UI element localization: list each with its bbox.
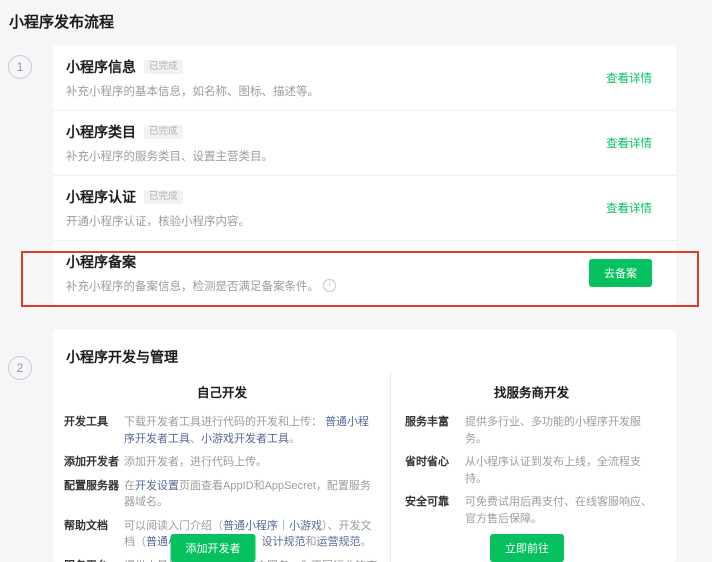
configure-server-row: 配置服务器 在开发设置页面查看AppID和AppSecret，配置服务器域名。 (64, 478, 380, 511)
development-columns: 自己开发 开发工具 下载开发者工具进行代码的开发和上传： 普通小程序开发者工具、… (53, 371, 676, 562)
row-description-text: 补充小程序的备案信息，检测是否满足备案条件。 (66, 281, 319, 293)
secure-reliable-row: 安全可靠 可免费试用后再支付、在线客服响应、官方售后保障。 (405, 494, 658, 527)
row-description: 开通小程序认证，核验小程序内容。 (66, 213, 250, 229)
inline-link[interactable]: 开发设置 (135, 480, 179, 492)
service-rich-row: 服务丰富 提供多行业、多功能的小程序开发服务。 (405, 414, 658, 447)
step-number: 2 (17, 361, 24, 375)
inline-link[interactable]: 小游戏开发者工具 (201, 433, 289, 445)
row-label: 安全可靠 (405, 494, 465, 527)
go-now-button[interactable]: 立即前往 (490, 534, 564, 562)
release-steps-card: 小程序信息 已完成 补充小程序的基本信息，如名称、图标、描述等。 查看详情 小程… (53, 45, 676, 305)
development-management-card: 小程序开发与管理 自己开发 开发工具 下载开发者工具进行代码的开发和上传： 普通… (53, 330, 676, 562)
step-row-info: 小程序信息 已完成 补充小程序的基本信息，如名称、图标、描述等。 查看详情 (53, 45, 676, 110)
row-label: 开发工具 (64, 414, 124, 447)
step-number: 1 (17, 60, 24, 74)
text-segment: 添加开发者，进行代码上传。 (124, 456, 267, 468)
time-saving-row: 省时省心 从小程序认证到发布上线，全流程支持。 (405, 454, 658, 487)
row-text: 在开发设置页面查看AppID和AppSecret，配置服务器域名。 (124, 478, 380, 511)
row-label: 配置服务器 (64, 478, 124, 511)
row-text: 添加开发者，进行代码上传。 (124, 454, 380, 471)
row-title: 小程序备案 (66, 252, 136, 272)
row-text: 可免费试用后再支付、在线客服响应、官方售后保障。 (465, 494, 658, 527)
row-title: 小程序类目 (66, 122, 136, 142)
mini-program-release-page: 小程序发布流程 1 小程序信息 已完成 补充小程序的基本信息，如名称、图标、描述… (0, 0, 712, 562)
row-main: 小程序认证 已完成 开通小程序认证，核验小程序内容。 (66, 187, 250, 229)
inline-link[interactable]: 设计规范 (262, 536, 306, 548)
step-row-verification: 小程序认证 已完成 开通小程序认证，核验小程序内容。 查看详情 (53, 175, 676, 240)
text-segment: 下载开发者工具进行代码的开发和上传： (124, 416, 325, 428)
column-header: 自己开发 (64, 382, 380, 401)
inline-link[interactable]: 普通小程序｜小游戏 (223, 520, 322, 532)
row-label: 服务平台 (64, 558, 124, 562)
text-segment: 可以阅读入门介绍（ (124, 520, 223, 532)
view-details-link[interactable]: 查看详情 (606, 135, 652, 151)
row-main: 小程序备案 补充小程序的备案信息，检测是否满足备案条件。 (66, 252, 336, 294)
step-row-category: 小程序类目 已完成 补充小程序的服务类目、设置主营类目。 查看详情 (53, 110, 676, 175)
step-1-indicator: 1 (8, 55, 32, 79)
status-badge: 已完成 (144, 190, 183, 204)
row-title: 小程序认证 (66, 187, 136, 207)
row-description: 补充小程序的基本信息，如名称、图标、描述等。 (66, 83, 319, 99)
text-segment: 、 (190, 433, 201, 445)
info-icon[interactable] (323, 279, 336, 292)
row-main: 小程序类目 已完成 补充小程序的服务类目、设置主营类目。 (66, 122, 273, 164)
text-segment: 。 (361, 536, 372, 548)
dev-tools-row: 开发工具 下载开发者工具进行代码的开发和上传： 普通小程序开发者工具、小游戏开发… (64, 414, 380, 447)
text-segment: 在 (124, 480, 135, 492)
row-description: 补充小程序的备案信息，检测是否满足备案条件。 (66, 278, 336, 294)
view-details-link[interactable]: 查看详情 (606, 70, 652, 86)
row-label: 省时省心 (405, 454, 465, 487)
section-title: 小程序开发与管理 (53, 330, 676, 367)
row-description: 补充小程序的服务类目、设置主营类目。 (66, 148, 273, 164)
page-title: 小程序发布流程 (9, 11, 114, 32)
step-row-beian: 小程序备案 补充小程序的备案信息，检测是否满足备案条件。 去备案 (53, 240, 676, 305)
status-badge: 已完成 (144, 125, 183, 139)
row-text: 提供多行业、多功能的小程序开发服务。 (465, 414, 658, 447)
step-2-indicator: 2 (8, 356, 32, 380)
view-details-link[interactable]: 查看详情 (606, 200, 652, 216)
text-segment: 。 (289, 433, 300, 445)
row-label: 帮助文档 (64, 518, 124, 551)
add-developer-button[interactable]: 添加开发者 (171, 534, 256, 562)
text-segment: 和 (306, 536, 317, 548)
column-header: 找服务商开发 (405, 382, 658, 401)
inline-link[interactable]: 运营规范 (317, 536, 361, 548)
row-label: 添加开发者 (64, 454, 124, 471)
row-text: 下载开发者工具进行代码的开发和上传： 普通小程序开发者工具、小游戏开发者工具。 (124, 414, 380, 447)
add-developer-row: 添加开发者 添加开发者，进行代码上传。 (64, 454, 380, 471)
row-title: 小程序信息 (66, 57, 136, 77)
status-badge: 已完成 (144, 60, 183, 74)
row-text: 从小程序认证到发布上线，全流程支持。 (465, 454, 658, 487)
row-label: 服务丰富 (405, 414, 465, 447)
row-main: 小程序信息 已完成 补充小程序的基本信息，如名称、图标、描述等。 (66, 57, 319, 99)
go-beian-button[interactable]: 去备案 (589, 259, 652, 287)
